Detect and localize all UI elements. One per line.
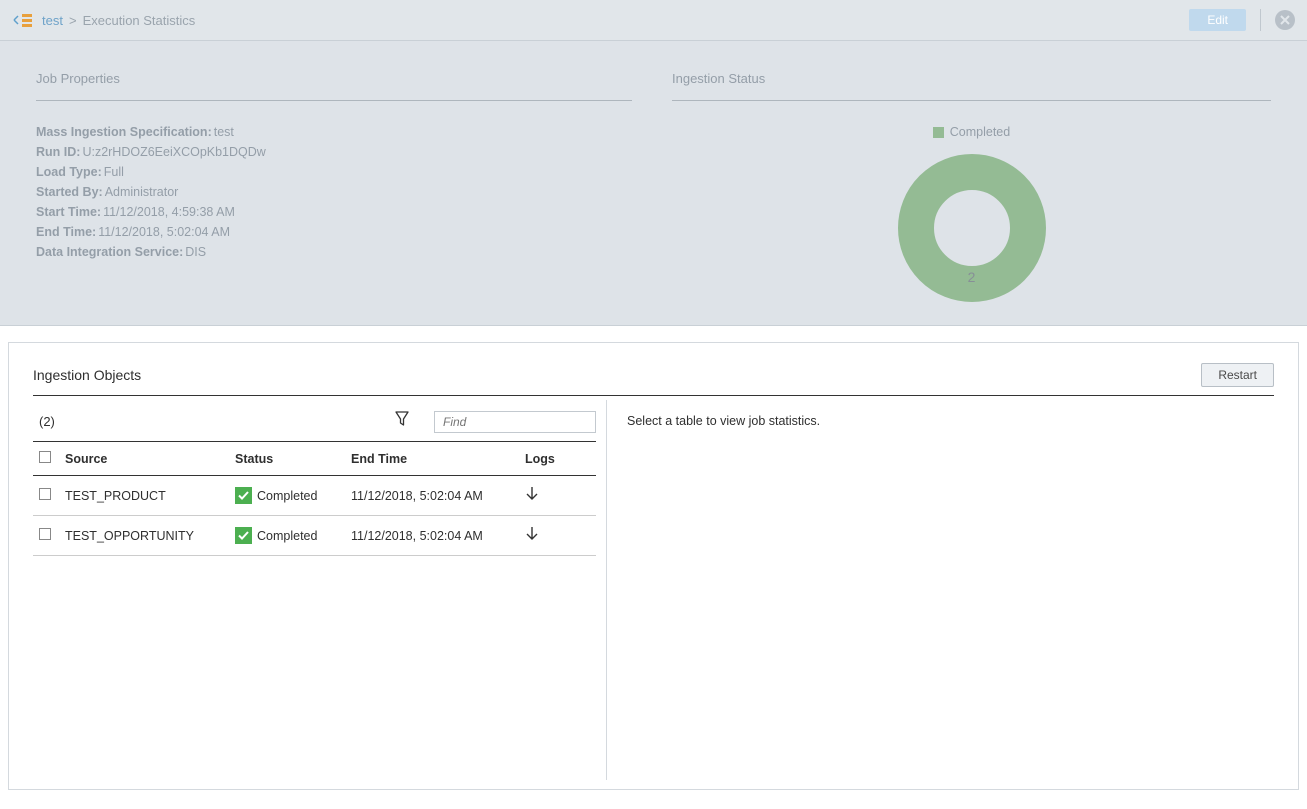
chart-legend: Completed <box>933 125 1010 139</box>
table-row[interactable]: TEST_PRODUCT Completed 11/12/2018, 5:02:04… <box>33 476 596 516</box>
breadcrumb-current: Execution Statistics <box>83 13 196 28</box>
row-end-time: 11/12/2018, 5:02:04 AM <box>351 529 525 543</box>
detail-pane: Select a table to view job statistics. <box>607 400 1274 780</box>
end-time-value: 11/12/2018, 5:02:04 AM <box>98 225 230 239</box>
legend-label: Completed <box>950 125 1010 139</box>
row-source: TEST_OPPORTUNITY <box>65 529 235 543</box>
app-icon <box>12 11 34 29</box>
donut-value: 2 <box>897 269 1047 285</box>
download-icon[interactable] <box>525 491 539 505</box>
donut-chart: 2 <box>897 153 1047 303</box>
job-properties-title: Job Properties <box>36 71 632 101</box>
header-divider <box>1260 9 1261 31</box>
row-status: Completed <box>257 489 317 503</box>
job-properties-panel: Job Properties Mass Ingestion Specificat… <box>36 71 632 303</box>
breadcrumb-separator: > <box>69 13 77 28</box>
close-icon[interactable] <box>1275 10 1295 30</box>
start-time-label: Start Time: <box>36 205 101 219</box>
spec-value: test <box>214 125 234 139</box>
run-id-label: Run ID: <box>36 145 80 159</box>
col-logs: Logs <box>525 452 565 466</box>
col-status: Status <box>235 452 351 466</box>
dis-value: DIS <box>185 245 206 259</box>
filter-icon[interactable] <box>394 410 410 433</box>
row-checkbox[interactable] <box>39 488 51 500</box>
run-id-value: U:z2rHDOZ6EeiXCOpKb1DQDw <box>82 145 265 159</box>
legend-color-icon <box>933 127 944 138</box>
dis-label: Data Integration Service: <box>36 245 183 259</box>
table-row[interactable]: TEST_OPPORTUNITY Completed 11/12/2018, 5:0… <box>33 516 596 556</box>
load-type-value: Full <box>104 165 124 179</box>
col-end-time: End Time <box>351 452 525 466</box>
row-status: Completed <box>257 529 317 543</box>
breadcrumb-bar: test > Execution Statistics Edit <box>0 0 1307 41</box>
download-icon[interactable] <box>525 531 539 545</box>
started-by-value: Administrator <box>105 185 179 199</box>
row-source: TEST_PRODUCT <box>65 489 235 503</box>
check-icon <box>235 487 252 504</box>
objects-list: (2) Source Status End Time Logs <box>33 400 607 780</box>
restart-button[interactable]: Restart <box>1201 363 1274 387</box>
detail-hint: Select a table to view job statistics. <box>627 414 820 428</box>
objects-count: (2) <box>39 414 394 429</box>
ingestion-objects-panel: Ingestion Objects Restart (2) <box>8 342 1299 790</box>
ingestion-objects-title: Ingestion Objects <box>33 367 1201 383</box>
ingestion-status-title: Ingestion Status <box>672 71 1271 101</box>
check-icon <box>235 527 252 544</box>
start-time-value: 11/12/2018, 4:59:38 AM <box>103 205 235 219</box>
end-time-label: End Time: <box>36 225 96 239</box>
objects-table: Source Status End Time Logs TEST_PRODUCT… <box>33 441 596 556</box>
ingestion-status-panel: Ingestion Status Completed 2 <box>672 71 1271 303</box>
started-by-label: Started By: <box>36 185 103 199</box>
table-header: Source Status End Time Logs <box>33 442 596 476</box>
load-type-label: Load Type: <box>36 165 102 179</box>
col-source: Source <box>65 452 235 466</box>
select-all-checkbox[interactable] <box>39 451 51 463</box>
spec-label: Mass Ingestion Specification: <box>36 125 212 139</box>
find-input[interactable] <box>434 411 596 433</box>
row-end-time: 11/12/2018, 5:02:04 AM <box>351 489 525 503</box>
summary-panel: Job Properties Mass Ingestion Specificat… <box>0 41 1307 326</box>
edit-button[interactable]: Edit <box>1189 9 1246 31</box>
breadcrumb-link[interactable]: test <box>42 13 63 28</box>
row-checkbox[interactable] <box>39 528 51 540</box>
